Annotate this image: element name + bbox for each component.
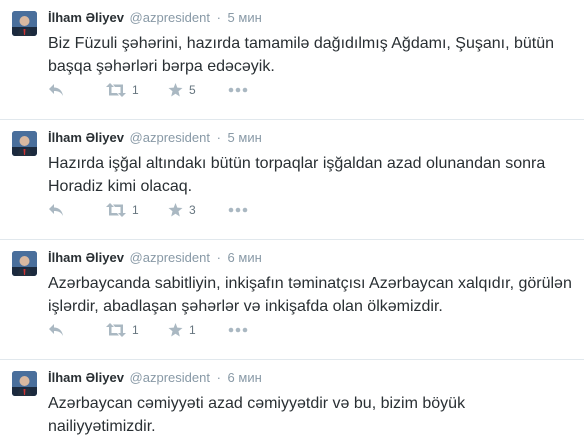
author-fullname[interactable]: İlham Əliyev [48,250,124,265]
tweet-timestamp[interactable]: 6 мин [228,250,262,265]
retweet-icon [106,83,126,97]
header-separator: · [216,250,221,265]
favorite-count: 5 [189,83,196,97]
reply-arrow-icon [49,84,63,96]
tweet-timestamp[interactable]: 6 мин [228,370,262,385]
reply-arrow-icon [49,204,63,216]
avatar[interactable] [12,251,37,276]
tweet-timestamp[interactable]: 5 мин [228,10,262,25]
favorite-count: 1 [189,323,196,337]
tweet-item[interactable]: İlham Əliyev @azpresident · 6 мин Azərba… [0,360,584,436]
header-separator: · [216,370,221,385]
favorite-button[interactable]: 1 [168,323,228,337]
retweet-button[interactable]: 1 [106,203,168,217]
tweet-header: İlham Əliyev @azpresident · 5 мин [48,130,572,146]
author-fullname[interactable]: İlham Əliyev [48,10,124,25]
tweet-actions: 1 5 [48,80,252,100]
retweet-icon [106,203,126,217]
reply-button[interactable] [48,83,106,97]
header-separator: · [216,10,221,25]
tweet-item[interactable]: İlham Əliyev @azpresident · 5 мин Hazırd… [0,120,584,240]
reply-button[interactable] [48,323,106,337]
ellipsis-icon [228,207,248,213]
retweet-count: 1 [132,323,139,337]
author-fullname[interactable]: İlham Əliyev [48,370,124,385]
tweet-timestamp[interactable]: 5 мин [228,130,262,145]
favorite-button[interactable]: 3 [168,203,228,217]
author-username[interactable]: @azpresident [130,130,210,145]
tweet-item[interactable]: İlham Əliyev @azpresident · 5 мин Biz Fü… [0,0,584,120]
tweet-text: Azərbaycan cəmiyyəti azad cəmiyyətdir və… [48,395,466,435]
tweet-actions: 1 1 [48,320,252,340]
tweet-actions: 1 3 [48,200,252,220]
avatar[interactable] [12,11,37,36]
retweet-icon [106,323,126,337]
tweet-text: Azərbaycanda sabitliyin, inkişafın təmin… [48,275,572,315]
star-icon [168,83,183,97]
tweet-text: Biz Füzuli şəhərini, hazırda tamamilə da… [48,35,555,75]
author-fullname[interactable]: İlham Əliyev [48,130,124,145]
retweet-count: 1 [132,203,139,217]
favorite-button[interactable]: 5 [168,83,228,97]
tweet-item[interactable]: İlham Əliyev @azpresident · 6 мин Azərba… [0,240,584,360]
author-username[interactable]: @azpresident [130,370,210,385]
author-username[interactable]: @azpresident [130,250,210,265]
more-button[interactable] [228,207,252,213]
tweet-timeline: İlham Əliyev @azpresident · 5 мин Biz Fü… [0,0,584,436]
star-icon [168,203,183,217]
avatar[interactable] [12,131,37,156]
ellipsis-icon [228,327,248,333]
tweet-text: Hazırda işğal altındakı bütün torpaqlar … [48,155,546,195]
tweet-header: İlham Əliyev @azpresident · 6 мин [48,370,572,386]
header-separator: · [216,130,221,145]
retweet-count: 1 [132,83,139,97]
tweet-header: İlham Əliyev @azpresident · 5 мин [48,10,572,26]
retweet-button[interactable]: 1 [106,323,168,337]
retweet-button[interactable]: 1 [106,83,168,97]
star-icon [168,323,183,337]
more-button[interactable] [228,87,252,93]
author-username[interactable]: @azpresident [130,10,210,25]
tweet-header: İlham Əliyev @azpresident · 6 мин [48,250,572,266]
reply-button[interactable] [48,203,106,217]
ellipsis-icon [228,87,248,93]
more-button[interactable] [228,327,252,333]
favorite-count: 3 [189,203,196,217]
avatar[interactable] [12,371,37,396]
reply-arrow-icon [49,324,63,336]
